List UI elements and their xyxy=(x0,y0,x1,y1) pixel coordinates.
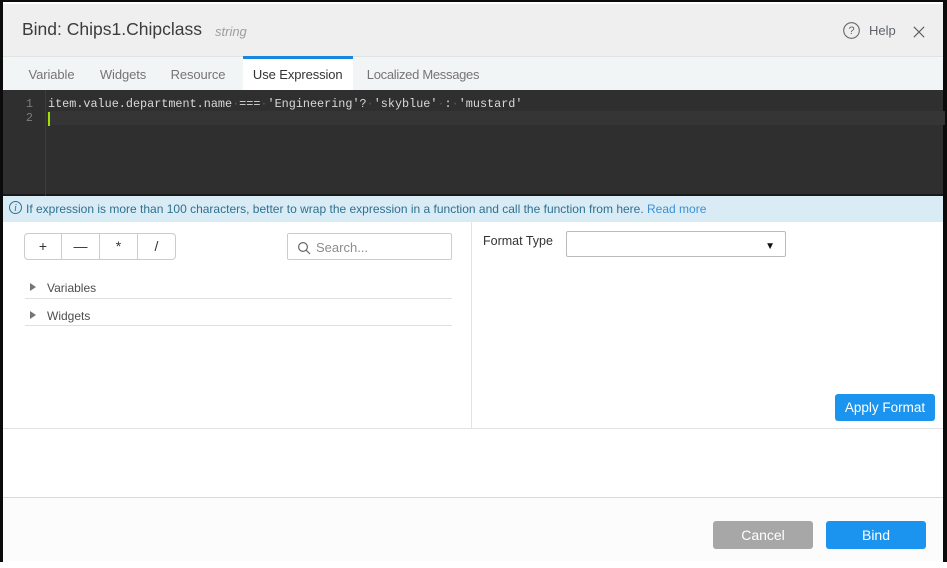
svg-text:?: ? xyxy=(848,25,854,37)
